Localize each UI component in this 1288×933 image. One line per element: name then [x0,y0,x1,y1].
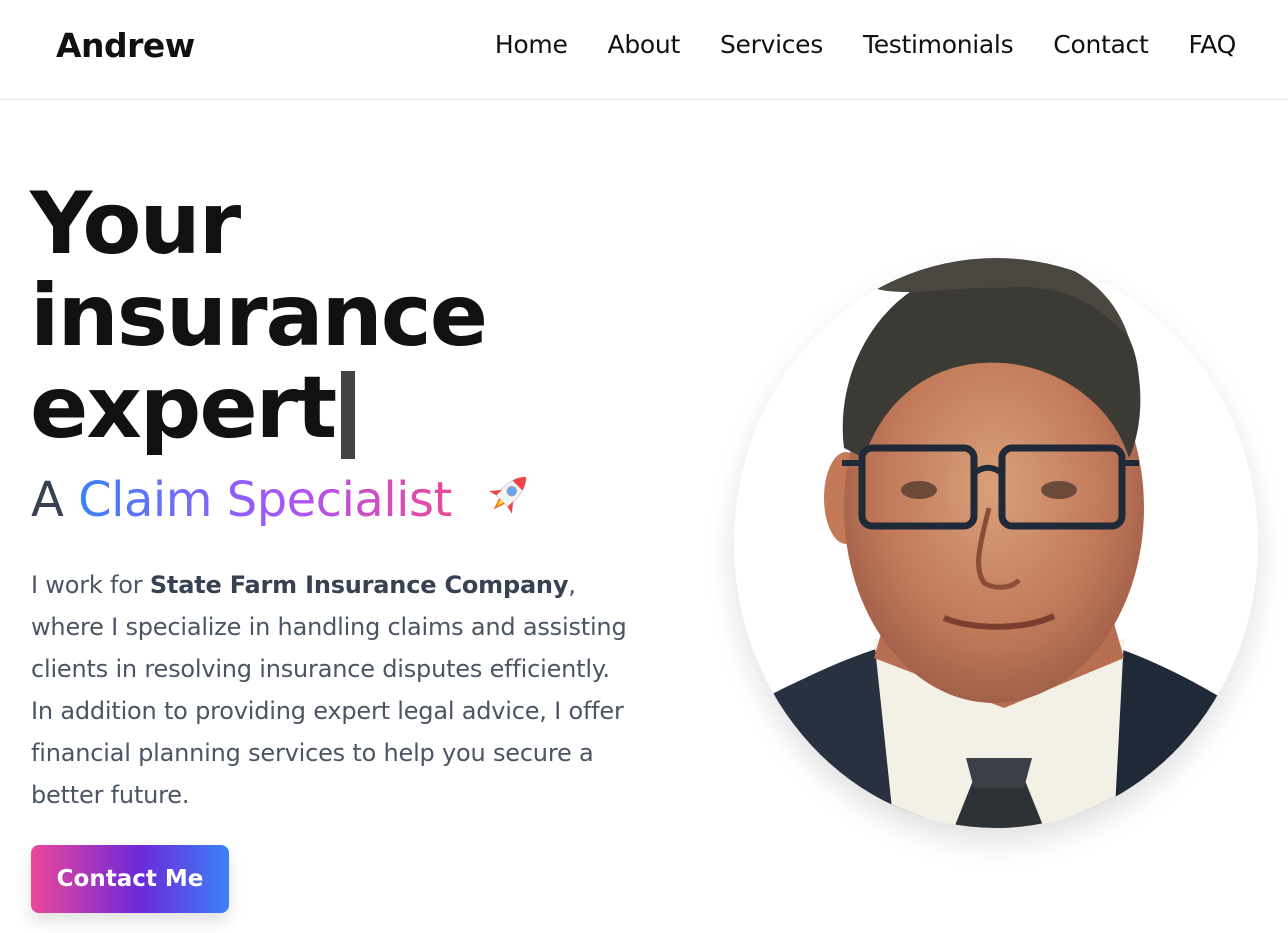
nav-link-about[interactable]: About [608,30,681,59]
nav-link-services[interactable]: Services [720,30,823,59]
profile-photo-illustration [734,258,1258,828]
intro-company: State Farm Insurance Company [149,571,569,599]
hero-title-line-1: Your [30,174,241,274]
nav-link-home[interactable]: Home [495,30,568,59]
intro-text: I work for State Farm Insurance Company,… [31,564,651,816]
intro-before: I work for [31,571,150,599]
nav-links: Home About Services Testimonials Contact… [495,30,1236,59]
hero-title: Your insurance expert [30,178,590,459]
hero-title-line-2: insurance [30,266,488,366]
nav-link-testimonials[interactable]: Testimonials [863,30,1014,59]
subtitle-highlight: Claim Specialist [78,472,452,528]
profile-photo [734,258,1258,828]
hero-subtitle: A Claim Specialist [31,466,537,537]
brand-logo[interactable]: Andrew [56,26,195,65]
typing-cursor [341,371,356,459]
contact-me-button[interactable]: Contact Me [31,845,229,913]
navbar: Andrew Home About Services Testimonials … [0,0,1288,100]
intro-second: In addition to providing expert legal ad… [31,697,624,809]
nav-link-contact[interactable]: Contact [1053,30,1148,59]
nav-link-faq[interactable]: FAQ [1188,30,1236,59]
hero-title-line-3: expert [30,362,590,459]
subtitle-prefix: A [31,472,64,528]
rocket-icon [481,466,537,537]
hero-title-line-3-text: expert [30,358,337,458]
